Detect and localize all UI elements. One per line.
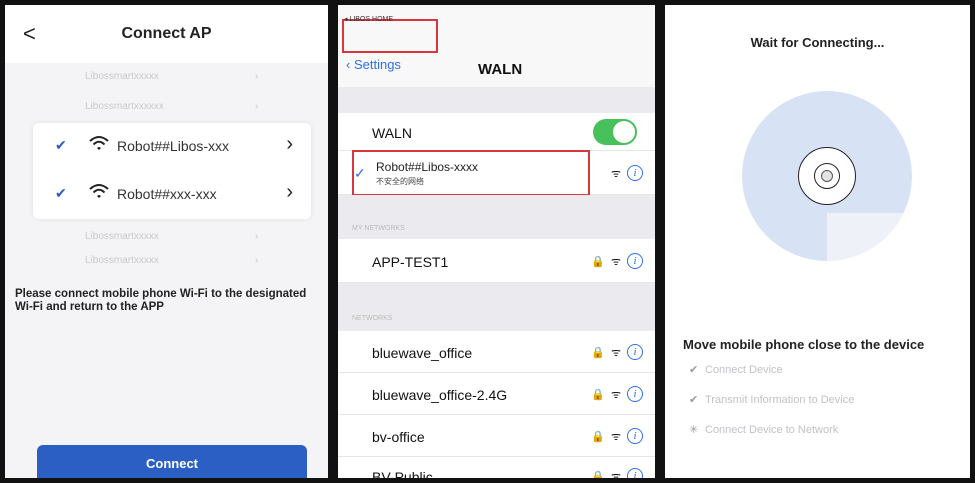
network-item[interactable]: ✔ Robot##xxx-xxx › xyxy=(33,171,311,219)
check-icon: ✔ xyxy=(689,394,699,406)
check-icon: ✓ xyxy=(354,165,366,181)
progress-disc xyxy=(742,91,912,261)
section-label: NETWORKS xyxy=(352,315,393,322)
lock-icon: 🔒 xyxy=(591,346,605,359)
network-list-card: ✔ Robot##Libos-xxx › ✔ Robot##xxx-xxx › xyxy=(33,123,311,219)
ghost-network: Libossmartxxxxxx › xyxy=(85,101,259,112)
step-item: ✔ Connect Device xyxy=(689,364,783,376)
lock-icon: 🔒 xyxy=(591,430,605,443)
network-name: bv-office xyxy=(372,429,425,445)
info-icon[interactable]: i xyxy=(627,165,643,181)
network-name: Robot##xxx-xxx xyxy=(117,186,217,202)
network-name: bluewave_office xyxy=(372,345,473,361)
ghost-network: Libossmartxxxxx › xyxy=(85,71,259,82)
spacer xyxy=(338,87,655,113)
settings-back-button[interactable]: ‹ Settings xyxy=(346,57,401,72)
lock-icon: 🔒 xyxy=(591,470,605,483)
section-header: NETWORKS xyxy=(338,283,655,331)
instruction-text: Please connect mobile phone Wi-Fi to the… xyxy=(15,288,307,313)
wifi-icon xyxy=(89,184,109,198)
network-item[interactable]: ✔ Robot##Libos-xxx › xyxy=(33,123,311,171)
info-icon[interactable]: i xyxy=(627,344,643,360)
chevron-right-icon: › xyxy=(286,133,293,155)
network-name: Robot##Libos-xxx xyxy=(117,138,230,154)
highlight-box xyxy=(342,19,438,53)
wifi-toggle-row: WALN xyxy=(338,113,655,151)
step-item: ✳ Connect Device to Network xyxy=(689,424,839,436)
lock-icon: 🔒 xyxy=(591,255,605,268)
network-name: bluewave_office-2.4G xyxy=(372,387,508,403)
back-to-app-link[interactable]: ◂ LIBOS HOME xyxy=(344,15,393,23)
network-name: BV-Public xyxy=(372,469,433,483)
check-icon: ✔ xyxy=(689,364,699,376)
ghost-network: Libossmartxxxxx › xyxy=(85,255,259,266)
wifi-toggle-label: WALN xyxy=(372,125,412,141)
nav-bar: ◂ LIBOS HOME ‹ Settings WALN xyxy=(338,5,655,87)
network-icons: ᯤ i xyxy=(611,165,643,181)
network-icons: 🔒 ᯤ i xyxy=(591,344,643,360)
chevron-right-icon: › xyxy=(286,181,293,203)
check-icon: ✔ xyxy=(55,185,67,201)
connect-button[interactable]: Connect xyxy=(37,445,307,478)
wait-connecting-screen: Wait for Connecting... Move mobile phone… xyxy=(660,0,975,483)
section-label: MY NETWORKS xyxy=(352,225,405,232)
network-row[interactable]: bluewave_office 🔒 ᯤ i xyxy=(338,331,655,373)
current-network-name: Robot##Libos-xxxx xyxy=(376,160,479,174)
wifi-icon: ᯤ xyxy=(610,430,621,443)
ghost-network: Libossmartxxxxx › xyxy=(85,231,259,242)
info-icon[interactable]: i xyxy=(627,386,643,402)
network-row[interactable]: bluewave_office-2.4G 🔒 ᯤ i xyxy=(338,373,655,415)
wifi-icon xyxy=(89,136,109,150)
network-icons: 🔒 ᯤ i xyxy=(591,468,643,483)
wifi-icon: ᯤ xyxy=(610,388,621,401)
wifi-toggle-switch[interactable] xyxy=(593,119,637,145)
wifi-icon: ᯤ xyxy=(610,255,621,268)
header: < Connect AP xyxy=(5,5,328,63)
page-title: Wait for Connecting... xyxy=(750,35,885,50)
page-title: Connect AP xyxy=(121,25,212,42)
check-icon: ✔ xyxy=(55,137,67,153)
network-icons: 🔒 ᯤ i xyxy=(591,253,643,269)
info-icon[interactable]: i xyxy=(627,253,643,269)
network-row[interactable]: BV-Public 🔒 ᯤ i xyxy=(338,457,655,483)
info-icon[interactable]: i xyxy=(627,468,643,478)
current-network-subtitle: 不安全的网络 xyxy=(376,177,424,186)
instruction-text: Move mobile phone close to the device xyxy=(683,337,925,352)
section-header: MY NETWORKS xyxy=(338,195,655,239)
wifi-settings-screen: ◂ LIBOS HOME ‹ Settings WALN WALN ᯤ i ✓ … xyxy=(333,0,660,483)
wifi-icon: ᯤ xyxy=(610,167,621,180)
page-title: WALN xyxy=(478,61,523,78)
wifi-icon: ᯤ xyxy=(610,346,621,359)
network-icons: 🔒 ᯤ i xyxy=(591,428,643,444)
spinner-icon: ✳ xyxy=(689,424,699,436)
network-icons: 🔒 ᯤ i xyxy=(591,386,643,402)
robot-center xyxy=(821,170,833,182)
lock-icon: 🔒 xyxy=(591,388,605,401)
progress-sector xyxy=(827,213,912,261)
network-row[interactable]: bv-office 🔒 ᯤ i xyxy=(338,415,655,457)
info-icon[interactable]: i xyxy=(627,428,643,444)
step-item: ✔ Transmit Information to Device xyxy=(689,394,855,406)
connect-ap-screen: < Connect AP Libossmartxxxxx › Libossmart… xyxy=(0,0,333,483)
wifi-icon: ᯤ xyxy=(610,470,621,483)
network-row[interactable]: APP-TEST1 🔒 ᯤ i xyxy=(338,239,655,283)
network-name: APP-TEST1 xyxy=(372,254,449,270)
